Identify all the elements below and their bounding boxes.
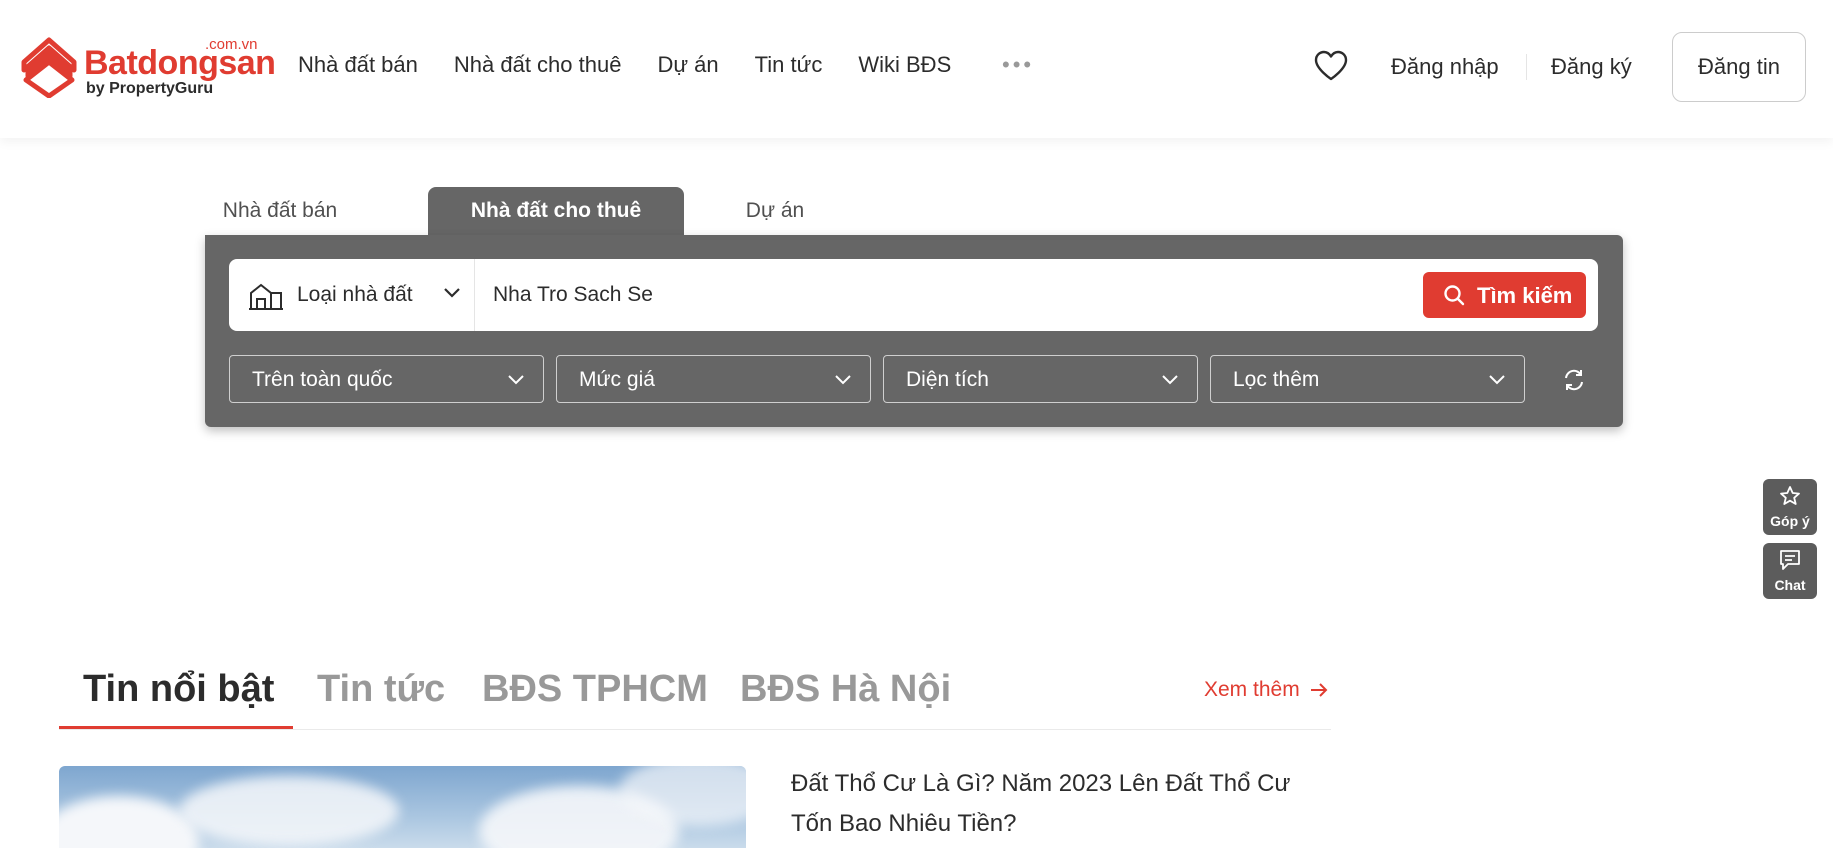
tab-news[interactable]: Tin tức <box>317 668 445 711</box>
filter-label: Diện tích <box>906 368 989 391</box>
search-button[interactable]: Tìm kiếm <box>1423 272 1586 318</box>
house-logo-icon <box>21 37 77 98</box>
site-header: .com.vn Batdongsan by PropertyGuru Nhà đ… <box>0 0 1833 138</box>
filter-label: Lọc thêm <box>1233 368 1320 391</box>
chevron-down-icon <box>1162 375 1178 385</box>
more-filters[interactable]: Lọc thêm <box>1210 355 1525 403</box>
nav-item-projects[interactable]: Dự án <box>657 52 718 78</box>
search-box: Loại nhà đất Tìm kiếm <box>229 259 1598 331</box>
price-filter[interactable]: Mức giá <box>556 355 871 403</box>
cloud <box>59 796 199 848</box>
post-listing-button[interactable]: Đăng tin <box>1672 32 1806 102</box>
nav-item-sale[interactable]: Nhà đất bán <box>298 52 418 78</box>
active-tab-underline <box>59 726 293 729</box>
chevron-down-icon <box>444 288 460 298</box>
location-filter[interactable]: Trên toàn quốc <box>229 355 544 403</box>
search-button-label: Tìm kiếm <box>1477 283 1573 308</box>
reset-filters-icon[interactable] <box>1562 368 1586 392</box>
feedback-button[interactable]: Góp ý <box>1763 479 1817 535</box>
featured-news-image[interactable] <box>59 766 746 848</box>
chevron-down-icon <box>508 375 524 385</box>
tab-hcm[interactable]: BĐS TPHCM <box>482 668 708 711</box>
heart-icon[interactable] <box>1313 50 1349 82</box>
nav-item-wiki[interactable]: Wiki BĐS <box>858 52 951 78</box>
property-type-select[interactable]: Loại nhà đất <box>229 259 475 331</box>
logo-byline: by PropertyGuru <box>86 80 214 97</box>
tab-rent[interactable]: Nhà đất cho thuê <box>428 187 684 235</box>
chat-button[interactable]: Chat <box>1763 543 1817 599</box>
tab-hanoi[interactable]: BĐS Hà Nội <box>740 668 951 711</box>
arrow-right-icon <box>1310 683 1327 698</box>
tab-projects[interactable]: Dự án <box>700 187 850 235</box>
filter-label: Trên toàn quốc <box>252 368 393 391</box>
nav-item-news[interactable]: Tin tức <box>755 52 823 78</box>
chat-label: Chat <box>1774 577 1806 593</box>
filter-label: Mức giá <box>579 368 655 391</box>
logo-name: Batdongsan <box>84 44 276 82</box>
see-more-link[interactable]: Xem thêm <box>1204 678 1328 702</box>
featured-news-title[interactable]: Đất Thổ Cư Là Gì? Năm 2023 Lên Đất Thổ C… <box>791 764 1331 844</box>
search-icon <box>1444 285 1465 306</box>
see-more-label: Xem thêm <box>1204 678 1300 701</box>
search-panel: Loại nhà đất Tìm kiếm Trên toàn quốc Mức… <box>205 235 1623 427</box>
site-logo[interactable]: .com.vn Batdongsan by PropertyGuru <box>20 36 276 100</box>
search-input[interactable] <box>493 277 1353 313</box>
register-link[interactable]: Đăng ký <box>1551 54 1632 80</box>
property-type-label: Loại nhà đất <box>297 283 413 306</box>
header-divider <box>1526 54 1527 80</box>
tab-featured[interactable]: Tin nổi bật <box>83 668 274 711</box>
tab-sale[interactable]: Nhà đất bán <box>205 187 355 235</box>
chevron-down-icon <box>835 375 851 385</box>
chevron-down-icon <box>1489 375 1505 385</box>
chat-icon <box>1780 550 1800 570</box>
area-filter[interactable]: Diện tích <box>883 355 1198 403</box>
cloud <box>179 776 399 846</box>
news-tabs: Tin nổi bật Tin tức BĐS TPHCM BĐS Hà Nội <box>59 660 1331 730</box>
login-link[interactable]: Đăng nhập <box>1391 54 1499 80</box>
more-menu-icon[interactable]: ••• <box>1002 52 1034 78</box>
nav-item-rent[interactable]: Nhà đất cho thuê <box>454 52 622 78</box>
star-icon <box>1780 486 1800 505</box>
main-nav: Nhà đất bán Nhà đất cho thuê Dự án Tin t… <box>298 52 987 78</box>
building-icon <box>249 283 283 310</box>
feedback-label: Góp ý <box>1770 513 1810 529</box>
